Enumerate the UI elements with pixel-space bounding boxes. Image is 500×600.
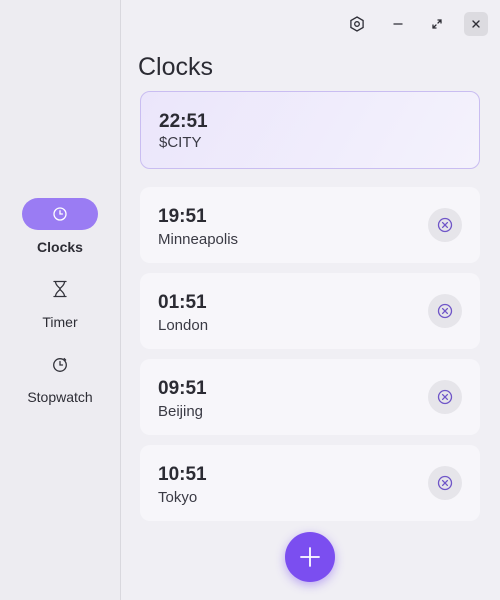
clock-time: 19:51 [158, 206, 207, 227]
minimize-icon [393, 23, 403, 25]
clock-city: London [158, 317, 209, 334]
sidebar-item-stopwatch[interactable]: Stopwatch [0, 348, 120, 405]
local-clock-card[interactable]: 22:51 $CITY [140, 91, 480, 169]
clock-city: $CITY [159, 134, 202, 151]
sidebar-item-timer[interactable]: Timer [0, 273, 120, 330]
stopwatch-pill[interactable] [22, 348, 98, 380]
close-button[interactable] [464, 12, 488, 36]
main-panel: Clocks 22:51 $CITY 19:51 Minneapolis 01:… [121, 0, 500, 600]
remove-circle-icon [437, 217, 453, 233]
clock-time: 10:51 [158, 464, 207, 485]
remove-circle-icon [437, 389, 453, 405]
maximize-icon [432, 19, 442, 29]
clock-city: Minneapolis [158, 231, 239, 248]
plus-icon [300, 547, 320, 567]
stopwatch-icon [53, 357, 67, 372]
world-clock-card[interactable]: 10:51 Tokyo [140, 445, 480, 521]
close-icon [472, 20, 480, 28]
timer-pill[interactable] [22, 273, 98, 305]
maximize-button[interactable] [425, 12, 449, 36]
sidebar-item-clocks[interactable]: Clocks [0, 198, 120, 255]
clocks-pill[interactable] [22, 198, 98, 230]
remove-clock-button[interactable] [428, 380, 462, 414]
clock-time: 01:51 [158, 292, 207, 313]
minimize-button[interactable] [386, 12, 410, 36]
remove-circle-icon [437, 475, 453, 491]
settings-button[interactable] [345, 12, 369, 36]
remove-clock-button[interactable] [428, 208, 462, 242]
hourglass-icon [53, 280, 67, 298]
clock-time: 09:51 [158, 378, 207, 399]
settings-icon [350, 16, 364, 32]
clock-city: Beijing [158, 403, 204, 420]
clock-icon [53, 207, 67, 221]
world-clock-card[interactable]: 01:51 London [140, 273, 480, 349]
clock-city: Tokyo [158, 489, 198, 506]
remove-clock-button[interactable] [428, 294, 462, 328]
sidebar-item-label: Stopwatch [27, 389, 93, 405]
remove-clock-button[interactable] [428, 466, 462, 500]
page-title: Clocks [138, 53, 214, 81]
sidebar: Clocks Timer Stopwatch [0, 0, 121, 600]
world-clock-card[interactable]: 09:51 Beijing [140, 359, 480, 435]
sidebar-item-label: Timer [42, 314, 78, 330]
add-clock-button[interactable] [285, 532, 335, 582]
sidebar-item-label: Clocks [37, 239, 83, 255]
clock-time: 22:51 [159, 111, 208, 132]
remove-circle-icon [437, 303, 453, 319]
world-clock-card[interactable]: 19:51 Minneapolis [140, 187, 480, 263]
